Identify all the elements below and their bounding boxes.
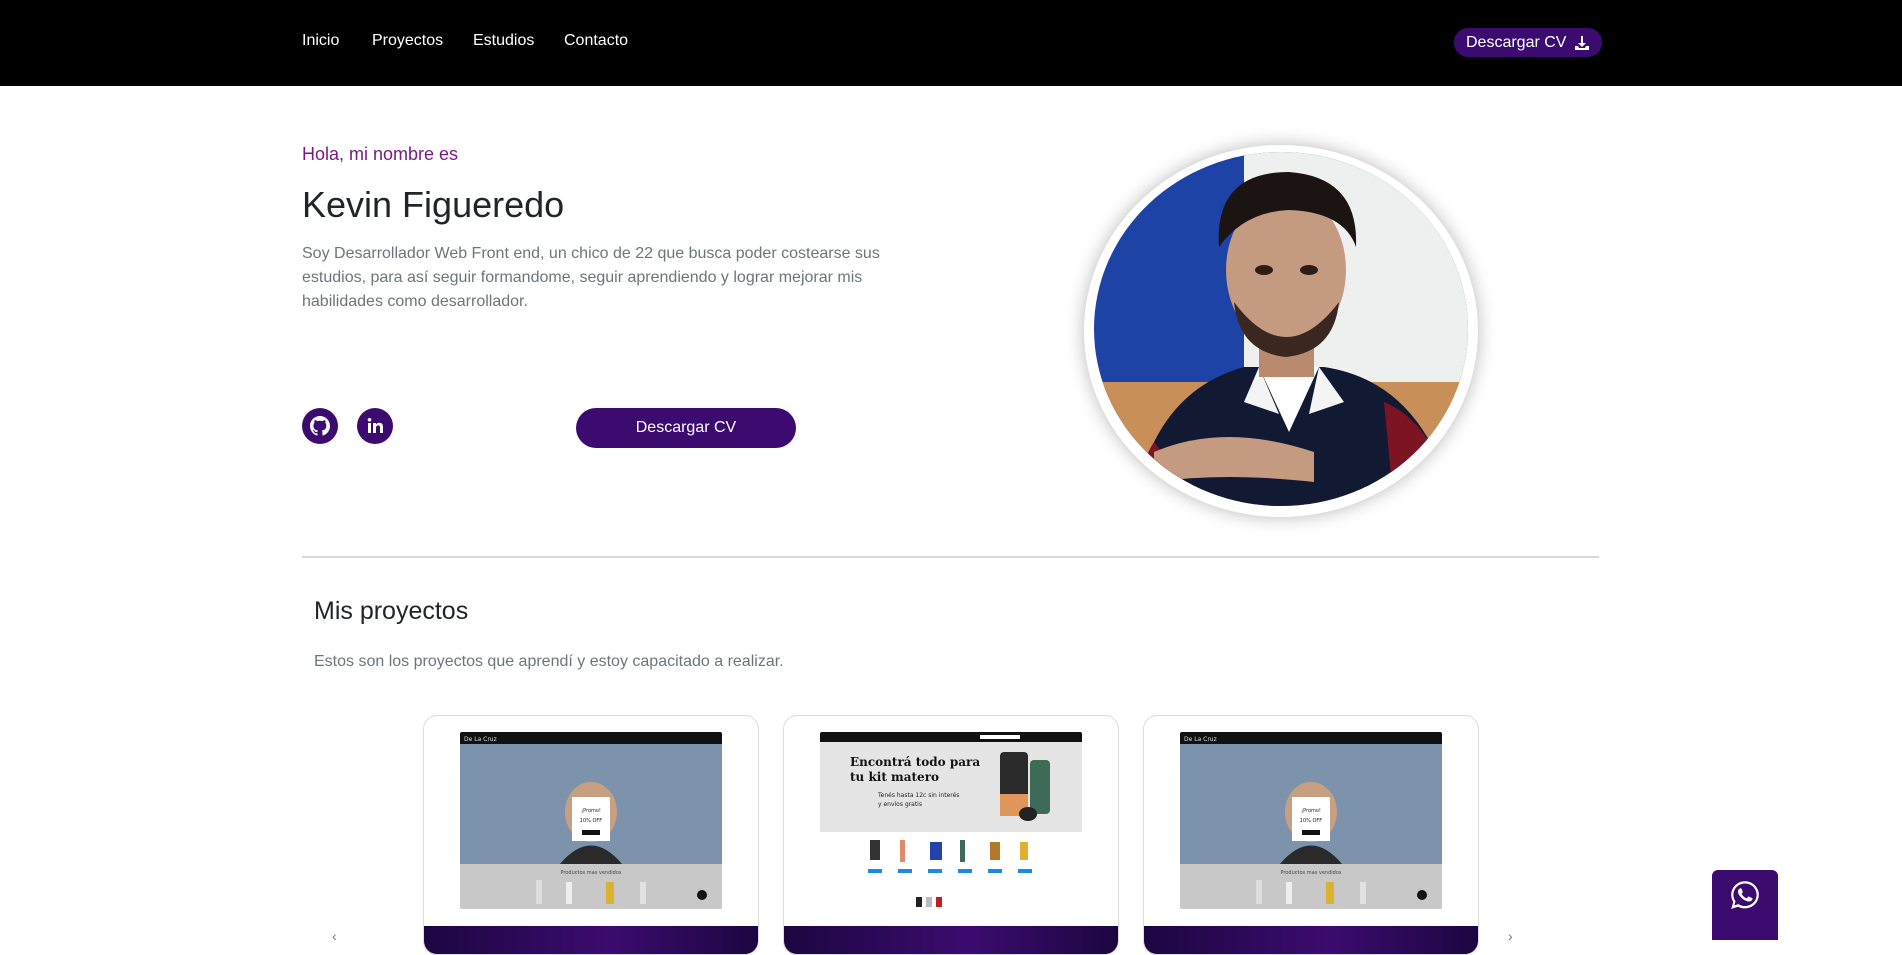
hero-description: Soy Desarrollador Web Front end, un chic…	[302, 245, 880, 310]
popup-title: ¡Promo!	[1301, 808, 1321, 814]
nav-link-inicio[interactable]: Inicio	[302, 32, 339, 50]
projects-title: Mis proyectos	[314, 597, 469, 625]
nav-link-estudios[interactable]: Estudios	[473, 32, 534, 50]
nav-link-contacto[interactable]: Contacto	[564, 32, 628, 50]
project-card[interactable]: De La Cruz ¡Promo! 10% OFF Productos mas…	[1143, 715, 1479, 955]
hero-name: Kevin Figueredo	[302, 184, 565, 225]
github-icon	[310, 416, 330, 436]
project-card-footer	[1144, 926, 1478, 954]
nav-download-cv-button[interactable]: Descargar CV	[1454, 28, 1603, 57]
popup-title: ¡Promo!	[581, 808, 601, 814]
shot-section-title: Productos mas vendidos	[561, 870, 622, 876]
project-screenshot: De La Cruz ¡Promo! 10% OFF Productos mas…	[460, 732, 722, 909]
shot-headline-2: tu kit matero	[850, 770, 939, 784]
shot-subline-2: y envíos gratis	[878, 801, 922, 808]
hero-greeting: Hola, mi nombre es	[302, 144, 459, 164]
profile-photo	[1094, 152, 1468, 506]
project-screenshot: Encontrá todo para tu kit matero Tenés h…	[820, 732, 1082, 909]
top-navbar: Inicio Proyectos Estudios Contacto Desca…	[0, 0, 1902, 86]
shot-section-title: Productos mas vendidos	[1281, 870, 1342, 876]
popup-offer: 10% OFF	[1300, 818, 1323, 824]
carousel-next-icon[interactable]: ›	[1508, 928, 1513, 944]
linkedin-icon	[367, 418, 383, 433]
linkedin-link[interactable]	[357, 408, 393, 444]
projects-subtitle: Estos son los proyectos que aprendí y es…	[314, 653, 784, 670]
shot-brand: De La Cruz	[1184, 736, 1217, 743]
shot-headline-1: Encontrá todo para	[850, 755, 980, 769]
whatsapp-icon	[1731, 881, 1759, 909]
project-card[interactable]: Encontrá todo para tu kit matero Tenés h…	[783, 715, 1119, 955]
hero-download-cv-button[interactable]: Descargar CV	[576, 408, 796, 448]
project-screenshot: De La Cruz ¡Promo! 10% OFF Productos mas…	[1180, 732, 1442, 909]
nav-link-proyectos[interactable]: Proyectos	[372, 32, 443, 50]
carousel-prev-icon[interactable]: ‹	[332, 928, 337, 944]
nav-download-cv-label: Descargar CV	[1466, 33, 1567, 51]
project-card-footer	[784, 926, 1118, 954]
shot-brand: De La Cruz	[464, 736, 497, 743]
project-card[interactable]: De La Cruz ¡Promo! 10% OFF Productos mas…	[423, 715, 759, 955]
github-link[interactable]	[302, 408, 338, 444]
section-divider	[302, 556, 1599, 558]
popup-offer: 10% OFF	[580, 818, 603, 824]
project-card-footer	[424, 926, 758, 954]
whatsapp-button[interactable]	[1712, 870, 1778, 940]
shot-subline-1: Tenés hasta 12c sin interés	[877, 792, 959, 799]
download-icon	[1575, 35, 1590, 50]
